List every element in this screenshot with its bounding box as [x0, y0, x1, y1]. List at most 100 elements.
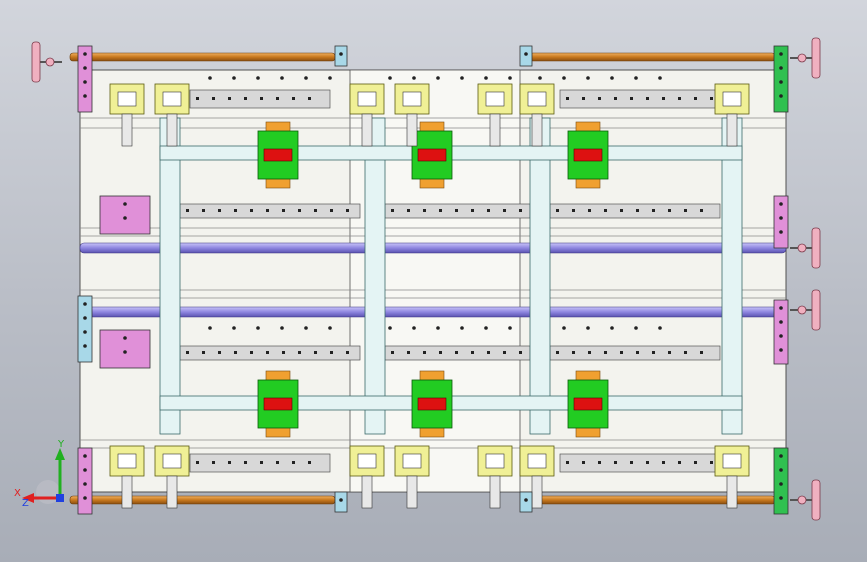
end-block-hole-mr2-3	[779, 348, 783, 352]
frame-dot-3-3	[610, 326, 614, 330]
rail-hole-l2-4	[455, 351, 458, 354]
clamp-window-t0	[117, 91, 137, 107]
rail-hole-u1-4	[250, 209, 253, 212]
guide-rod-0-0	[69, 52, 336, 62]
frame-dot-5-3	[460, 326, 464, 330]
rail-hole-t2-0	[566, 97, 569, 100]
end-block-hole-bl-1	[83, 468, 87, 472]
end-block-bm1	[334, 491, 348, 513]
frame-dot-0-2	[256, 76, 260, 80]
frame-dot-4-3	[460, 76, 464, 80]
rail-hole-t2-7	[678, 97, 681, 100]
handwheel-hub-mr2	[797, 305, 807, 315]
clamp-window-b5	[527, 453, 547, 469]
rail-hole-t1-0	[196, 97, 199, 100]
carriage-cap-top-2	[575, 121, 601, 133]
cad-viewport[interactable]: Y X Z	[0, 0, 867, 562]
rail-hole-l1-10	[346, 351, 349, 354]
handwheel-hub-tl	[45, 57, 55, 67]
clamp-arm-b0	[121, 475, 133, 509]
rail-hole-l2-3	[439, 351, 442, 354]
rail-hole-b2-3	[614, 461, 617, 464]
frame-dot-5-4	[484, 326, 488, 330]
handwheel-disc-tl	[31, 41, 41, 83]
crossbar-vertical-3	[721, 117, 743, 435]
carriage-insert-1	[417, 148, 447, 162]
rail-l3	[549, 345, 721, 361]
clamp-window-t4	[485, 91, 505, 107]
frame-dot-5-5	[508, 326, 512, 330]
crossbar-vertical-2	[529, 117, 551, 435]
rail-hole-l3-7	[668, 351, 671, 354]
carriage-insert-0	[263, 148, 293, 162]
clamp-window-b4	[485, 453, 505, 469]
end-block-hole-tr-2	[779, 80, 783, 84]
end-block-hole-bl-2	[83, 482, 87, 486]
rail-hole-u2-6	[487, 209, 490, 212]
rail-hole-t2-1	[582, 97, 585, 100]
rail-hole-t1-3	[244, 97, 247, 100]
rail-hole-l2-8	[519, 351, 522, 354]
clamp-arm-t0	[121, 113, 133, 147]
rail-hole-l1-1	[202, 351, 205, 354]
clamp-window-b2	[357, 453, 377, 469]
rail-hole-b1-4	[260, 461, 263, 464]
fixture-assembly-drawing[interactable]: Y X Z	[0, 0, 867, 562]
rail-hole-t2-2	[598, 97, 601, 100]
carriage-cap-bottom-2	[575, 177, 601, 189]
carriage-cap-bottom-0	[265, 177, 291, 189]
end-block-bm2	[519, 491, 533, 513]
rail-hole-l3-0	[556, 351, 559, 354]
rail-hole-u2-8	[519, 209, 522, 212]
frame-dot-4-4	[484, 76, 488, 80]
rail-hole-u2-5	[471, 209, 474, 212]
rail-hole-l3-2	[588, 351, 591, 354]
handwheel-hub-br	[797, 495, 807, 505]
rail-hole-b2-6	[662, 461, 665, 464]
guide-rod-1-1	[529, 495, 776, 505]
rail-hole-u1-8	[314, 209, 317, 212]
carriage-cap-top-4	[419, 370, 445, 382]
rail-hole-b2-1	[582, 461, 585, 464]
end-block-hole-tr-0	[779, 52, 783, 56]
frame-dot-0-1	[232, 76, 236, 80]
rail-hole-t2-3	[614, 97, 617, 100]
clamp-arm-t6	[726, 113, 738, 147]
carriage-cap-top-1	[419, 121, 445, 133]
rail-hole-t1-2	[228, 97, 231, 100]
frame-dot-1-5	[328, 326, 332, 330]
frame-dot-0-3	[280, 76, 284, 80]
frame-dot-3-4	[634, 326, 638, 330]
end-block-br	[773, 447, 789, 515]
end-block-hole-mr2-0	[779, 306, 783, 310]
rail-hole-t1-1	[212, 97, 215, 100]
rail-hole-b1-1	[212, 461, 215, 464]
rail-hole-u2-3	[439, 209, 442, 212]
frame-dot-1-3	[280, 326, 284, 330]
carriage-cap-bottom-4	[419, 426, 445, 438]
rail-hole-t2-6	[662, 97, 665, 100]
rail-hole-l1-3	[234, 351, 237, 354]
carriage-insert-3	[263, 397, 293, 411]
rail-hole-u3-4	[620, 209, 623, 212]
handwheel-disc-mr1	[811, 227, 821, 269]
clamp-window-b0	[117, 453, 137, 469]
clamp-arm-t2	[361, 113, 373, 147]
frame-dot-3-5	[658, 326, 662, 330]
end-block-tr	[773, 45, 789, 113]
handwheel-hub-tr	[797, 53, 807, 63]
rail-hole-l3-4	[620, 351, 623, 354]
end-block-hole-mr2-1	[779, 320, 783, 324]
triad-x-label: X	[14, 488, 21, 499]
frame-dot-0-4	[304, 76, 308, 80]
rail-hole-u3-6	[652, 209, 655, 212]
rail-hole-l2-7	[503, 351, 506, 354]
rail-hole-l1-4	[250, 351, 253, 354]
frame-dot-4-1	[412, 76, 416, 80]
clamp-window-b3	[402, 453, 422, 469]
clamp-window-t2	[357, 91, 377, 107]
end-block-hole-tr-3	[779, 94, 783, 98]
clamp-window-b6	[722, 453, 742, 469]
end-block-ml1	[77, 295, 93, 363]
drive-shaft-1	[79, 306, 787, 318]
